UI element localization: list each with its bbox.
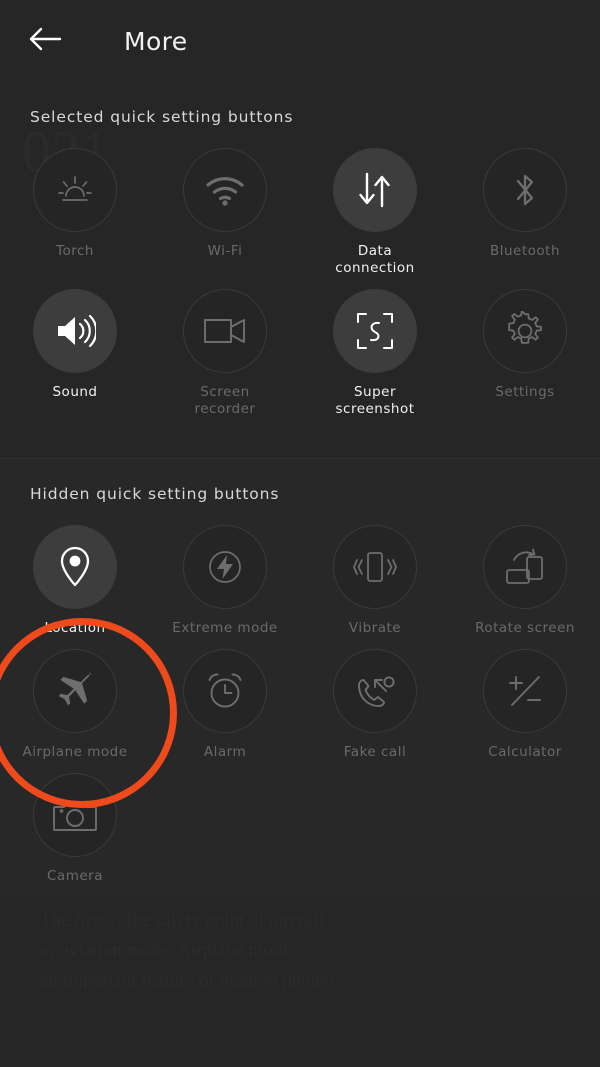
app-header: More: [0, 0, 600, 82]
tile-screen-recorder[interactable]: Screen recorder: [150, 289, 300, 424]
hidden-tiles-grid: Location Extreme mode Vibrate Rotate scr…: [0, 503, 600, 897]
tile-extreme-mode[interactable]: Extreme mode: [150, 525, 300, 643]
background-ghost-text: an important feature of modern phones: [40, 970, 336, 992]
tile-sound[interactable]: Sound: [0, 289, 150, 424]
back-arrow-icon: [28, 26, 62, 56]
tile-label: Rotate screen: [475, 620, 575, 636]
tile-airplane-mode[interactable]: Airplane mode: [0, 649, 150, 767]
tile-camera[interactable]: Camera: [0, 773, 150, 891]
tile-torch[interactable]: Torch: [0, 148, 150, 283]
tile-label: Settings: [495, 384, 555, 400]
tile-fake-call[interactable]: Fake call: [300, 649, 450, 767]
selected-tiles-grid: Torch Wi-Fi Data connection Bluetooth So…: [0, 126, 600, 430]
tile-data-connection[interactable]: Data connection: [300, 148, 450, 283]
screen-recorder-icon: [183, 289, 267, 373]
wifi-icon: [183, 148, 267, 232]
fake-call-icon: [333, 649, 417, 733]
tile-label: Alarm: [203, 744, 247, 760]
location-pin-icon: [33, 525, 117, 609]
tile-settings[interactable]: Settings: [450, 289, 600, 424]
tile-wi-fi[interactable]: Wi-Fi: [150, 148, 300, 283]
tile-label: Extreme mode: [172, 620, 278, 636]
camera-icon: [33, 773, 117, 857]
tile-label: Fake call: [343, 744, 407, 760]
tile-label: Screen recorder: [194, 384, 256, 417]
tile-label: Wi-Fi: [207, 243, 243, 259]
sound-icon: [33, 289, 117, 373]
tile-super-screenshot[interactable]: Super screenshot: [300, 289, 450, 424]
alarm-clock-icon: [183, 649, 267, 733]
section-title-hidden: Hidden quick setting buttons: [30, 485, 280, 503]
tile-label: Bluetooth: [489, 243, 561, 259]
rotate-screen-icon: [483, 525, 567, 609]
tile-calculator[interactable]: Calculator: [450, 649, 600, 767]
tile-label: Torch: [56, 243, 94, 259]
page-title: More: [124, 26, 188, 56]
airplane-icon: [33, 649, 117, 733]
section-title-selected: Selected quick setting buttons: [30, 108, 294, 126]
tile-rotate-screen[interactable]: Rotate screen: [450, 525, 600, 643]
back-button[interactable]: [22, 18, 68, 64]
tile-label: Super screenshot: [335, 384, 415, 417]
tile-bluetooth[interactable]: Bluetooth: [450, 148, 600, 283]
vibrate-icon: [333, 525, 417, 609]
tile-location[interactable]: Location: [0, 525, 150, 643]
tile-label: Airplane mode: [22, 744, 128, 760]
data-connection-icon: [333, 148, 417, 232]
tile-alarm[interactable]: Alarm: [150, 649, 300, 767]
torch-icon: [33, 148, 117, 232]
tile-label: Camera: [47, 868, 103, 884]
bluetooth-icon: [483, 148, 567, 232]
hidden-quick-settings-section: Hidden quick setting buttons Location Ex…: [0, 459, 600, 897]
tile-label: Vibrate: [348, 620, 402, 636]
calculator-icon: [483, 649, 567, 733]
tile-label: Calculator: [488, 744, 562, 760]
background-ghost-text: The first is the safety point of aircraf…: [40, 910, 324, 932]
extreme-mode-icon: [183, 525, 267, 609]
settings-gear-icon: [483, 289, 567, 373]
selected-quick-settings-section: Selected quick setting buttons Torch Wi-…: [0, 82, 600, 459]
super-screenshot-icon: [333, 289, 417, 373]
tile-label: Location: [44, 620, 106, 636]
tile-vibrate[interactable]: Vibrate: [300, 525, 450, 643]
background-ghost-text: or aviation mode. Airplane mode is: [40, 940, 308, 962]
quick-settings-screen: 021 Uses of Airplane Mode The first is t…: [0, 0, 600, 1067]
tile-label: Sound: [52, 384, 98, 400]
tile-label: Data connection: [335, 243, 415, 276]
